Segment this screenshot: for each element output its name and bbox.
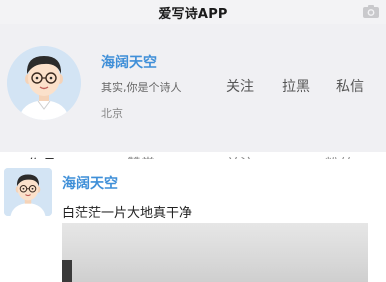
- profile-username: 海阔天空: [101, 55, 157, 71]
- profile-bio: 其实,你是个诗人: [101, 81, 182, 94]
- app-title: 爱写诗APP: [158, 7, 228, 22]
- post-text: 白茫茫一片大地真干净: [62, 206, 193, 221]
- profile-header: 海阔天空 其实,你是个诗人 北京 关注 拉黑 私信 作品 赞赏 关注 粉丝: [0, 24, 386, 174]
- block-button[interactable]: 拉黑: [282, 76, 310, 96]
- post-image[interactable]: [62, 223, 368, 282]
- user-avatar-icon: [4, 168, 52, 216]
- post-card[interactable]: 海阔天空 白茫茫一片大地真干净: [0, 159, 386, 282]
- camera-icon[interactable]: [362, 4, 380, 19]
- profile-location: 北京: [101, 107, 123, 120]
- post-author[interactable]: 海阔天空: [62, 173, 118, 193]
- avatar[interactable]: [7, 46, 81, 120]
- message-button[interactable]: 私信: [336, 76, 364, 96]
- post-avatar[interactable]: [4, 168, 52, 216]
- follow-button[interactable]: 关注: [226, 76, 254, 96]
- user-avatar-icon: [7, 46, 81, 120]
- top-bar: 爱写诗APP: [0, 0, 386, 24]
- post-image-shadow: [62, 260, 72, 282]
